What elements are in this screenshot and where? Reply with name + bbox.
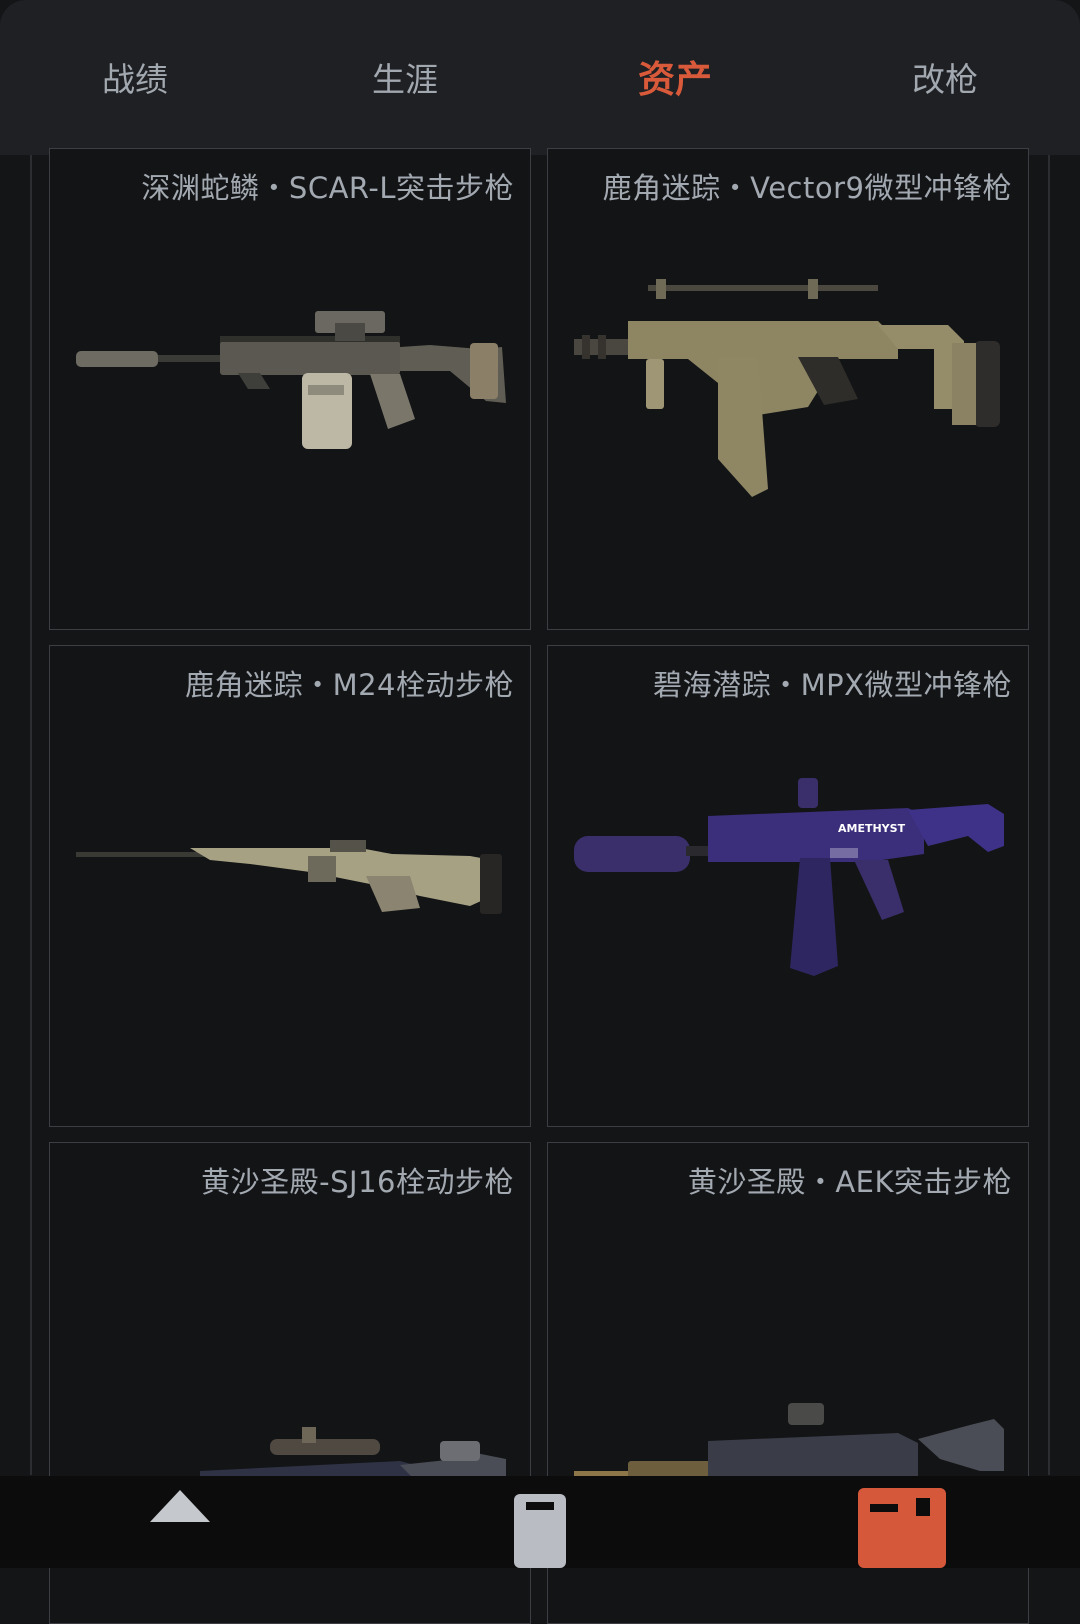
m24-rifle-icon [76,840,502,914]
grid-border-left [30,155,32,1475]
asset-title: 黄沙圣殿-SJ16栓动步枪 [201,1165,514,1199]
mpx-smg-icon: AMETHYST [574,778,1004,976]
asset-card[interactable]: 深渊蛇鳞・SCAR-L突击步枪 [49,148,531,630]
bottom-nav [0,1476,1080,1568]
asset-title: 黄沙圣殿・AEK突击步枪 [687,1165,1012,1199]
asset-title: 碧海潜踪・MPX微型冲锋枪 [653,668,1012,702]
scar-l-rifle-icon [76,311,506,449]
home-icon[interactable] [148,1486,212,1568]
asset-title: 深渊蛇鳞・SCAR-L突击步枪 [141,171,514,205]
vector-smg-icon [574,279,1000,497]
asset-card[interactable]: 鹿角迷踪・Vector9微型冲锋枪 [547,148,1029,630]
tab-bar: 战绩 生涯 资产 改枪 [0,0,1080,155]
grid-border-right [1048,155,1050,1475]
asset-title: 鹿角迷踪・M24栓动步枪 [185,668,514,702]
profile-icon[interactable] [856,1484,948,1568]
inventory-icon[interactable] [510,1488,570,1568]
tab-career[interactable]: 生涯 [270,52,540,108]
asset-title: 鹿角迷踪・Vector9微型冲锋枪 [602,171,1012,205]
tab-assets[interactable]: 资产 [540,52,810,108]
asset-card[interactable]: 碧海潜踪・MPX微型冲锋枪 AMETHYST [547,645,1029,1127]
mpx-decal: AMETHYST [838,822,906,835]
tab-gunsmith[interactable]: 改枪 [810,52,1080,108]
tab-stats[interactable]: 战绩 [0,52,270,108]
asset-card[interactable]: 鹿角迷踪・M24栓动步枪 [49,645,531,1127]
